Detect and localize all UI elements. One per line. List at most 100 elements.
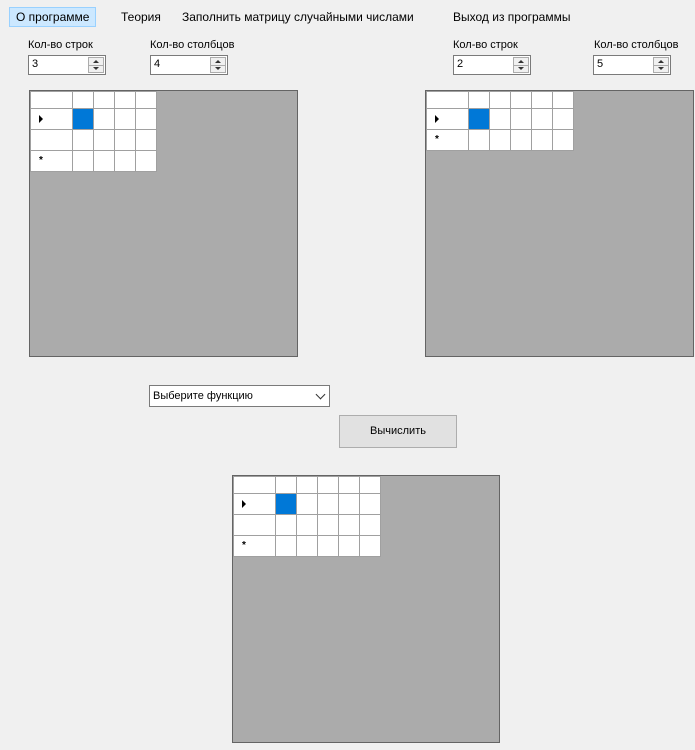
grid-cell[interactable]	[359, 535, 381, 557]
grid-cell[interactable]	[317, 535, 339, 557]
new-row-header[interactable]: *	[426, 129, 469, 151]
matrix-a-grid[interactable]: *	[29, 90, 298, 357]
row-header[interactable]	[233, 493, 276, 515]
grid-cell-selected[interactable]	[72, 108, 94, 130]
menu-item-theory[interactable]: Теория	[115, 7, 167, 27]
matrix-a-rows-value[interactable]: 3	[32, 58, 38, 70]
grid-cell[interactable]	[135, 150, 157, 172]
row-header[interactable]	[233, 514, 276, 536]
compute-button[interactable]: Вычислить	[339, 415, 457, 448]
grid-cell[interactable]	[296, 535, 318, 557]
matrix-b-cols-spin[interactable]	[653, 57, 669, 73]
grid-cell[interactable]	[552, 108, 574, 130]
grid-cell[interactable]	[338, 514, 360, 536]
matrix-b-cols-value[interactable]: 5	[597, 58, 603, 70]
grid-cell[interactable]	[275, 535, 297, 557]
function-select-value[interactable]: Выберите функцию	[153, 390, 253, 402]
grid-cell[interactable]	[489, 129, 511, 151]
grid-cell[interactable]	[275, 514, 297, 536]
spin-down-icon[interactable]	[89, 65, 103, 72]
grid-cell[interactable]	[359, 493, 381, 515]
result-grid[interactable]: *	[232, 475, 500, 743]
grid-cell[interactable]	[93, 108, 115, 130]
grid-cell[interactable]	[531, 108, 553, 130]
spin-down-icon[interactable]	[211, 65, 225, 72]
matrix-a-rows-label: Кол-во строк	[28, 39, 93, 51]
new-row-header[interactable]: *	[233, 535, 276, 557]
column-header[interactable]	[489, 91, 511, 109]
column-header[interactable]	[510, 91, 532, 109]
column-header[interactable]	[135, 91, 157, 109]
row-header[interactable]	[426, 108, 469, 130]
current-row-arrow-icon	[39, 115, 43, 123]
grid-cell[interactable]	[135, 108, 157, 130]
grid-cell[interactable]	[510, 108, 532, 130]
grid-cell[interactable]	[468, 129, 490, 151]
column-header[interactable]	[531, 91, 553, 109]
function-select[interactable]: Выберите функцию	[149, 385, 330, 407]
grid-cell[interactable]	[93, 150, 115, 172]
chevron-down-icon[interactable]	[315, 389, 326, 400]
new-row-marker: *	[39, 155, 43, 166]
column-header[interactable]	[317, 476, 339, 494]
grid-cell[interactable]	[114, 108, 136, 130]
menu-item-about[interactable]: О программе	[9, 7, 97, 27]
grid-cell[interactable]	[114, 129, 136, 151]
grid-cell[interactable]	[338, 535, 360, 557]
spin-down-icon[interactable]	[514, 65, 528, 72]
column-header[interactable]	[552, 91, 574, 109]
matrix-b-rows-spin[interactable]	[513, 57, 529, 73]
grid-cell[interactable]	[338, 493, 360, 515]
matrix-a-cols-label: Кол-во столбцов	[150, 39, 235, 51]
grid-cell[interactable]	[359, 514, 381, 536]
grid-cell[interactable]	[531, 129, 553, 151]
new-row-marker: *	[435, 134, 439, 145]
grid-cell[interactable]	[552, 129, 574, 151]
grid-cell-selected[interactable]	[275, 493, 297, 515]
column-header[interactable]	[275, 476, 297, 494]
matrix-b-rows-value[interactable]: 2	[457, 58, 463, 70]
grid-corner-header[interactable]	[233, 476, 276, 494]
grid-corner-header[interactable]	[426, 91, 469, 109]
matrix-b-rows-stepper[interactable]: 2	[453, 55, 531, 75]
column-header[interactable]	[93, 91, 115, 109]
matrix-b-grid[interactable]: *	[425, 90, 694, 357]
column-header[interactable]	[114, 91, 136, 109]
grid-cell[interactable]	[72, 129, 94, 151]
column-header[interactable]	[296, 476, 318, 494]
current-row-arrow-icon	[242, 500, 246, 508]
matrix-b-rows-label: Кол-во строк	[453, 39, 518, 51]
grid-cell-selected[interactable]	[468, 108, 490, 130]
matrix-a-cols-value[interactable]: 4	[154, 58, 160, 70]
column-header[interactable]	[468, 91, 490, 109]
current-row-arrow-icon	[435, 115, 439, 123]
menu-item-fill-random[interactable]: Заполнить матрицу случайными числами	[176, 7, 420, 27]
menu-item-exit[interactable]: Выход из программы	[447, 7, 576, 27]
matrix-a-cols-stepper[interactable]: 4	[150, 55, 228, 75]
matrix-a-rows-spin[interactable]	[88, 57, 104, 73]
grid-cell[interactable]	[489, 108, 511, 130]
grid-cell[interactable]	[510, 129, 532, 151]
grid-cell[interactable]	[114, 150, 136, 172]
grid-cell[interactable]	[93, 129, 115, 151]
grid-corner-header[interactable]	[30, 91, 73, 109]
grid-cell[interactable]	[317, 514, 339, 536]
spin-down-icon[interactable]	[654, 65, 668, 72]
column-header[interactable]	[338, 476, 360, 494]
grid-cell[interactable]	[296, 493, 318, 515]
grid-cell[interactable]	[135, 129, 157, 151]
grid-cell[interactable]	[72, 150, 94, 172]
grid-cell[interactable]	[317, 493, 339, 515]
matrix-a-cols-spin[interactable]	[210, 57, 226, 73]
new-row-marker: *	[242, 540, 246, 551]
matrix-b-cols-stepper[interactable]: 5	[593, 55, 671, 75]
column-header[interactable]	[72, 91, 94, 109]
new-row-header[interactable]: *	[30, 150, 73, 172]
column-header[interactable]	[359, 476, 381, 494]
matrix-b-cols-label: Кол-во столбцов	[594, 39, 679, 51]
grid-cell[interactable]	[296, 514, 318, 536]
matrix-a-rows-stepper[interactable]: 3	[28, 55, 106, 75]
row-header[interactable]	[30, 129, 73, 151]
menu-bar: О программе Теория Заполнить матрицу слу…	[0, 0, 695, 30]
row-header[interactable]	[30, 108, 73, 130]
